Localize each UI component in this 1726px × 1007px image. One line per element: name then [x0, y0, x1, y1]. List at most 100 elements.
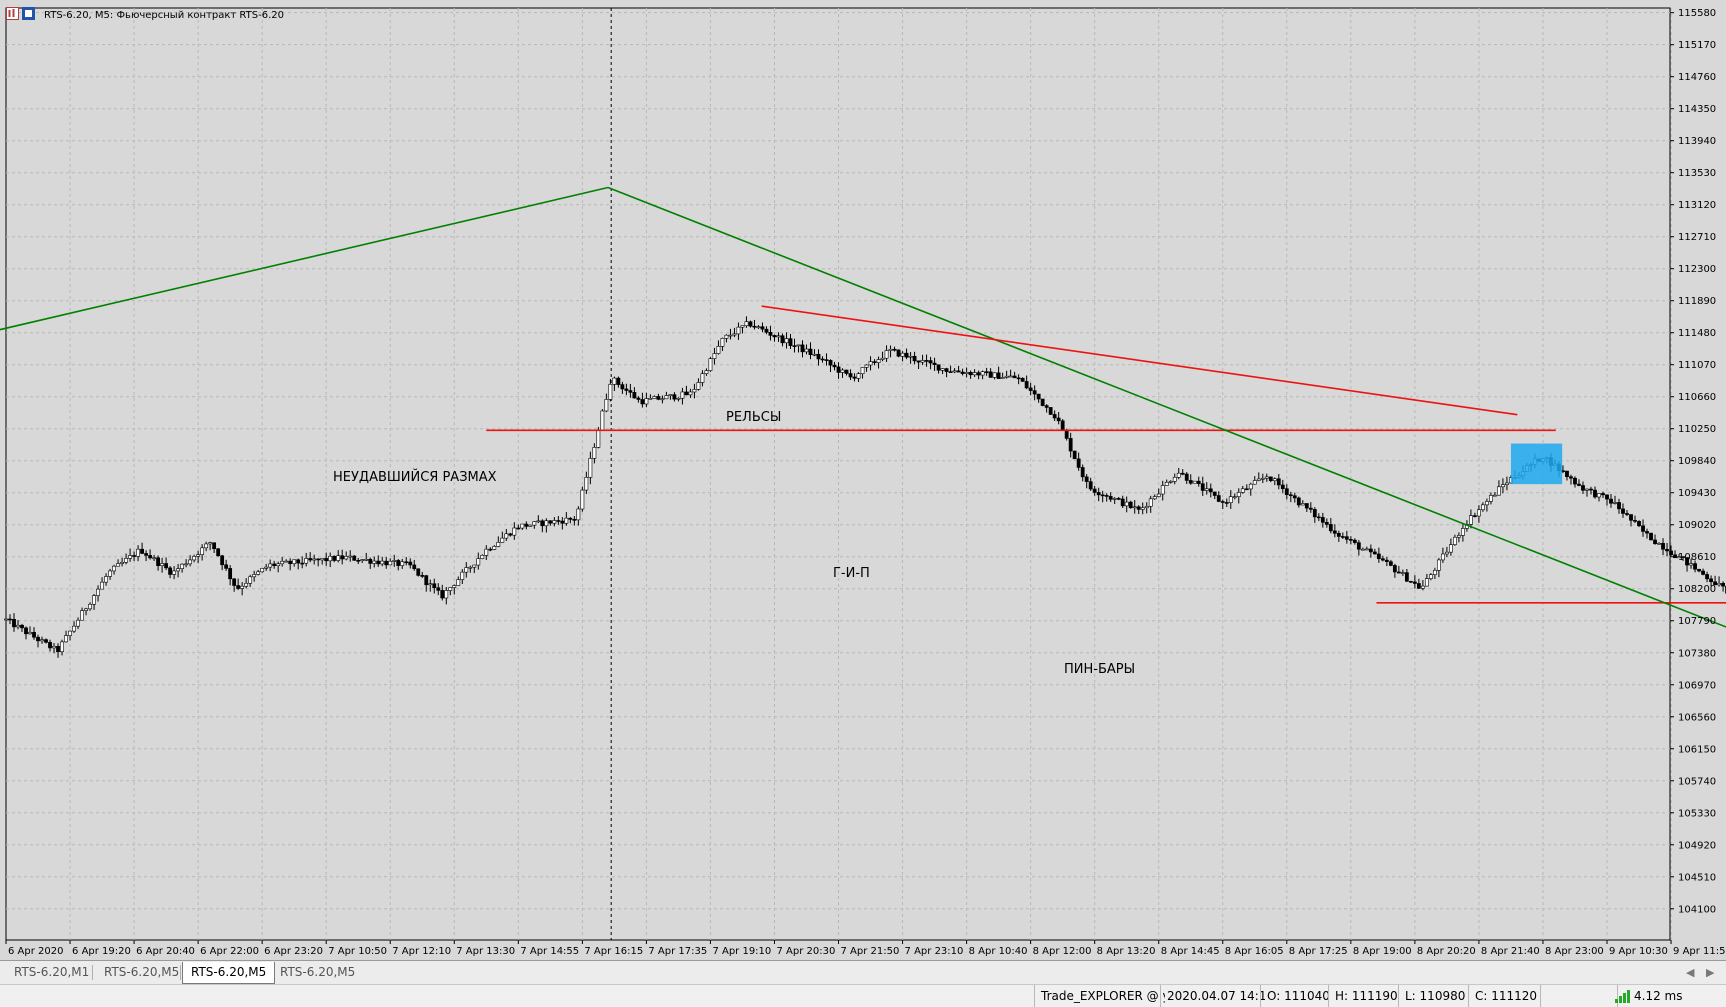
candle-body — [68, 630, 72, 636]
candle-body — [1336, 533, 1341, 537]
candle-body — [724, 334, 729, 339]
candle-body — [156, 557, 160, 566]
candle-body — [940, 368, 945, 371]
scroll-left-icon[interactable]: ◀ — [1686, 962, 1694, 983]
price-tick-label: 108200 — [1678, 584, 1716, 595]
candle-body — [1180, 472, 1185, 475]
candle-body — [300, 562, 305, 565]
candle-body — [1284, 488, 1289, 495]
tab-rts-m5[interactable]: RTS-6.20,M5 — [96, 962, 187, 983]
candle-body — [1605, 494, 1609, 500]
candle-body — [508, 533, 513, 536]
candle-body — [1328, 524, 1333, 532]
candle-body — [504, 533, 509, 539]
tab-rts-m5-active[interactable]: RTS-6.20,M5 — [182, 962, 276, 984]
price-tick-label: 113940 — [1678, 136, 1716, 147]
candle-body — [980, 371, 985, 376]
candle-body — [900, 352, 905, 357]
chart-annotation-label: РЕЛЬСЫ — [726, 410, 781, 425]
candle-body — [540, 520, 545, 527]
price-tick-label: 114350 — [1678, 104, 1716, 115]
candle-body — [284, 560, 289, 563]
candle-body — [728, 334, 733, 337]
candle-body — [1641, 525, 1645, 532]
candle-body — [576, 508, 581, 521]
candle-body — [1569, 476, 1573, 479]
candle-body — [304, 558, 309, 564]
candle-body — [28, 631, 32, 635]
price-tick-label: 105740 — [1678, 776, 1716, 787]
candle-body — [1308, 507, 1313, 510]
scroll-right-icon[interactable]: ▶ — [1706, 962, 1714, 983]
candle-body — [600, 410, 605, 431]
candle-body — [1276, 478, 1281, 486]
candle-body — [340, 555, 345, 560]
candle-body — [1625, 513, 1629, 515]
candle-body — [536, 520, 541, 523]
price-tick-label: 111890 — [1678, 296, 1716, 307]
candle-body — [1340, 536, 1345, 538]
candle-body — [1453, 536, 1457, 545]
candle-body — [288, 560, 293, 565]
price-tick-label: 106560 — [1678, 712, 1716, 723]
chart-tabs: RTS-6.20,M1 RTS-6.20,M5 RTS-6.20,M5 RTS-… — [0, 960, 1726, 985]
status-open: O: 111040 — [1260, 985, 1333, 1007]
candle-body — [200, 547, 205, 555]
candle-body — [148, 555, 152, 559]
time-tick-label: 9 Apr 11:50 — [1673, 946, 1726, 957]
candle-body — [832, 364, 837, 368]
candle-body — [384, 560, 389, 566]
candle-body — [1404, 572, 1409, 582]
candle-body — [636, 397, 641, 400]
candle-body — [568, 517, 573, 520]
candle-body — [888, 348, 893, 351]
price-tick-label: 112300 — [1678, 264, 1716, 275]
price-tick-label: 107790 — [1678, 616, 1716, 627]
candle-body — [828, 360, 833, 366]
candle-body — [868, 361, 873, 366]
price-tick-label: 113120 — [1678, 200, 1716, 211]
candle-body — [1136, 506, 1141, 510]
candle-body — [184, 563, 189, 566]
tab-rts-m5-extra[interactable]: RTS-6.20,M5 — [272, 962, 363, 983]
candle-body — [1585, 488, 1589, 491]
candle-body — [732, 333, 737, 336]
candle-body — [1657, 542, 1661, 545]
candle-body — [196, 554, 201, 557]
price-chart[interactable]: РЕЛЬСЫ НЕУДАВШИЙСЯ РАЗМАХ Г-И-П ПИН-БАРЫ 11… — [0, 0, 1726, 960]
price-tick-label: 114760 — [1678, 72, 1716, 83]
candle-body — [788, 338, 793, 346]
chart-title: RTS-6.20, M5: Фьючерсный контракт RTS-6.… — [44, 10, 284, 21]
status-bar: Trade_EXPLORER @ ура 2020.04.07 14:10 O:… — [0, 984, 1726, 1007]
status-ping: 4.12 ms — [1634, 989, 1683, 1003]
candle-body — [768, 332, 773, 336]
candle-body — [260, 568, 265, 573]
candle-body — [416, 568, 421, 576]
candle-body — [460, 571, 465, 580]
candles — [4, 316, 1726, 658]
candle-body — [528, 524, 533, 527]
price-tick-label: 110660 — [1678, 392, 1716, 403]
candle-body — [316, 558, 321, 561]
candle-body — [1705, 574, 1709, 580]
candle-body — [440, 590, 445, 599]
candle-body — [584, 477, 589, 491]
candle-body — [904, 352, 909, 358]
status-close: C: 111120 — [1468, 985, 1545, 1007]
time-tick-label: 7 Apr 14:55 — [520, 946, 579, 957]
candle-body — [1505, 482, 1509, 485]
candle-body — [1020, 377, 1025, 382]
candle-body — [988, 371, 993, 378]
candle-body — [1573, 477, 1577, 485]
candle-body — [136, 548, 140, 557]
candle-body — [424, 575, 429, 586]
price-tick-label: 115580 — [1678, 8, 1716, 19]
candle-body — [848, 373, 853, 378]
time-tick-label: 7 Apr 10:50 — [328, 946, 387, 957]
candle-body — [1457, 535, 1461, 538]
candle-body — [836, 366, 841, 373]
candle-body — [1384, 559, 1389, 562]
candle-body — [1000, 377, 1005, 379]
tab-rts-m1[interactable]: RTS-6.20,M1 — [6, 962, 97, 983]
candle-body — [1316, 516, 1321, 519]
